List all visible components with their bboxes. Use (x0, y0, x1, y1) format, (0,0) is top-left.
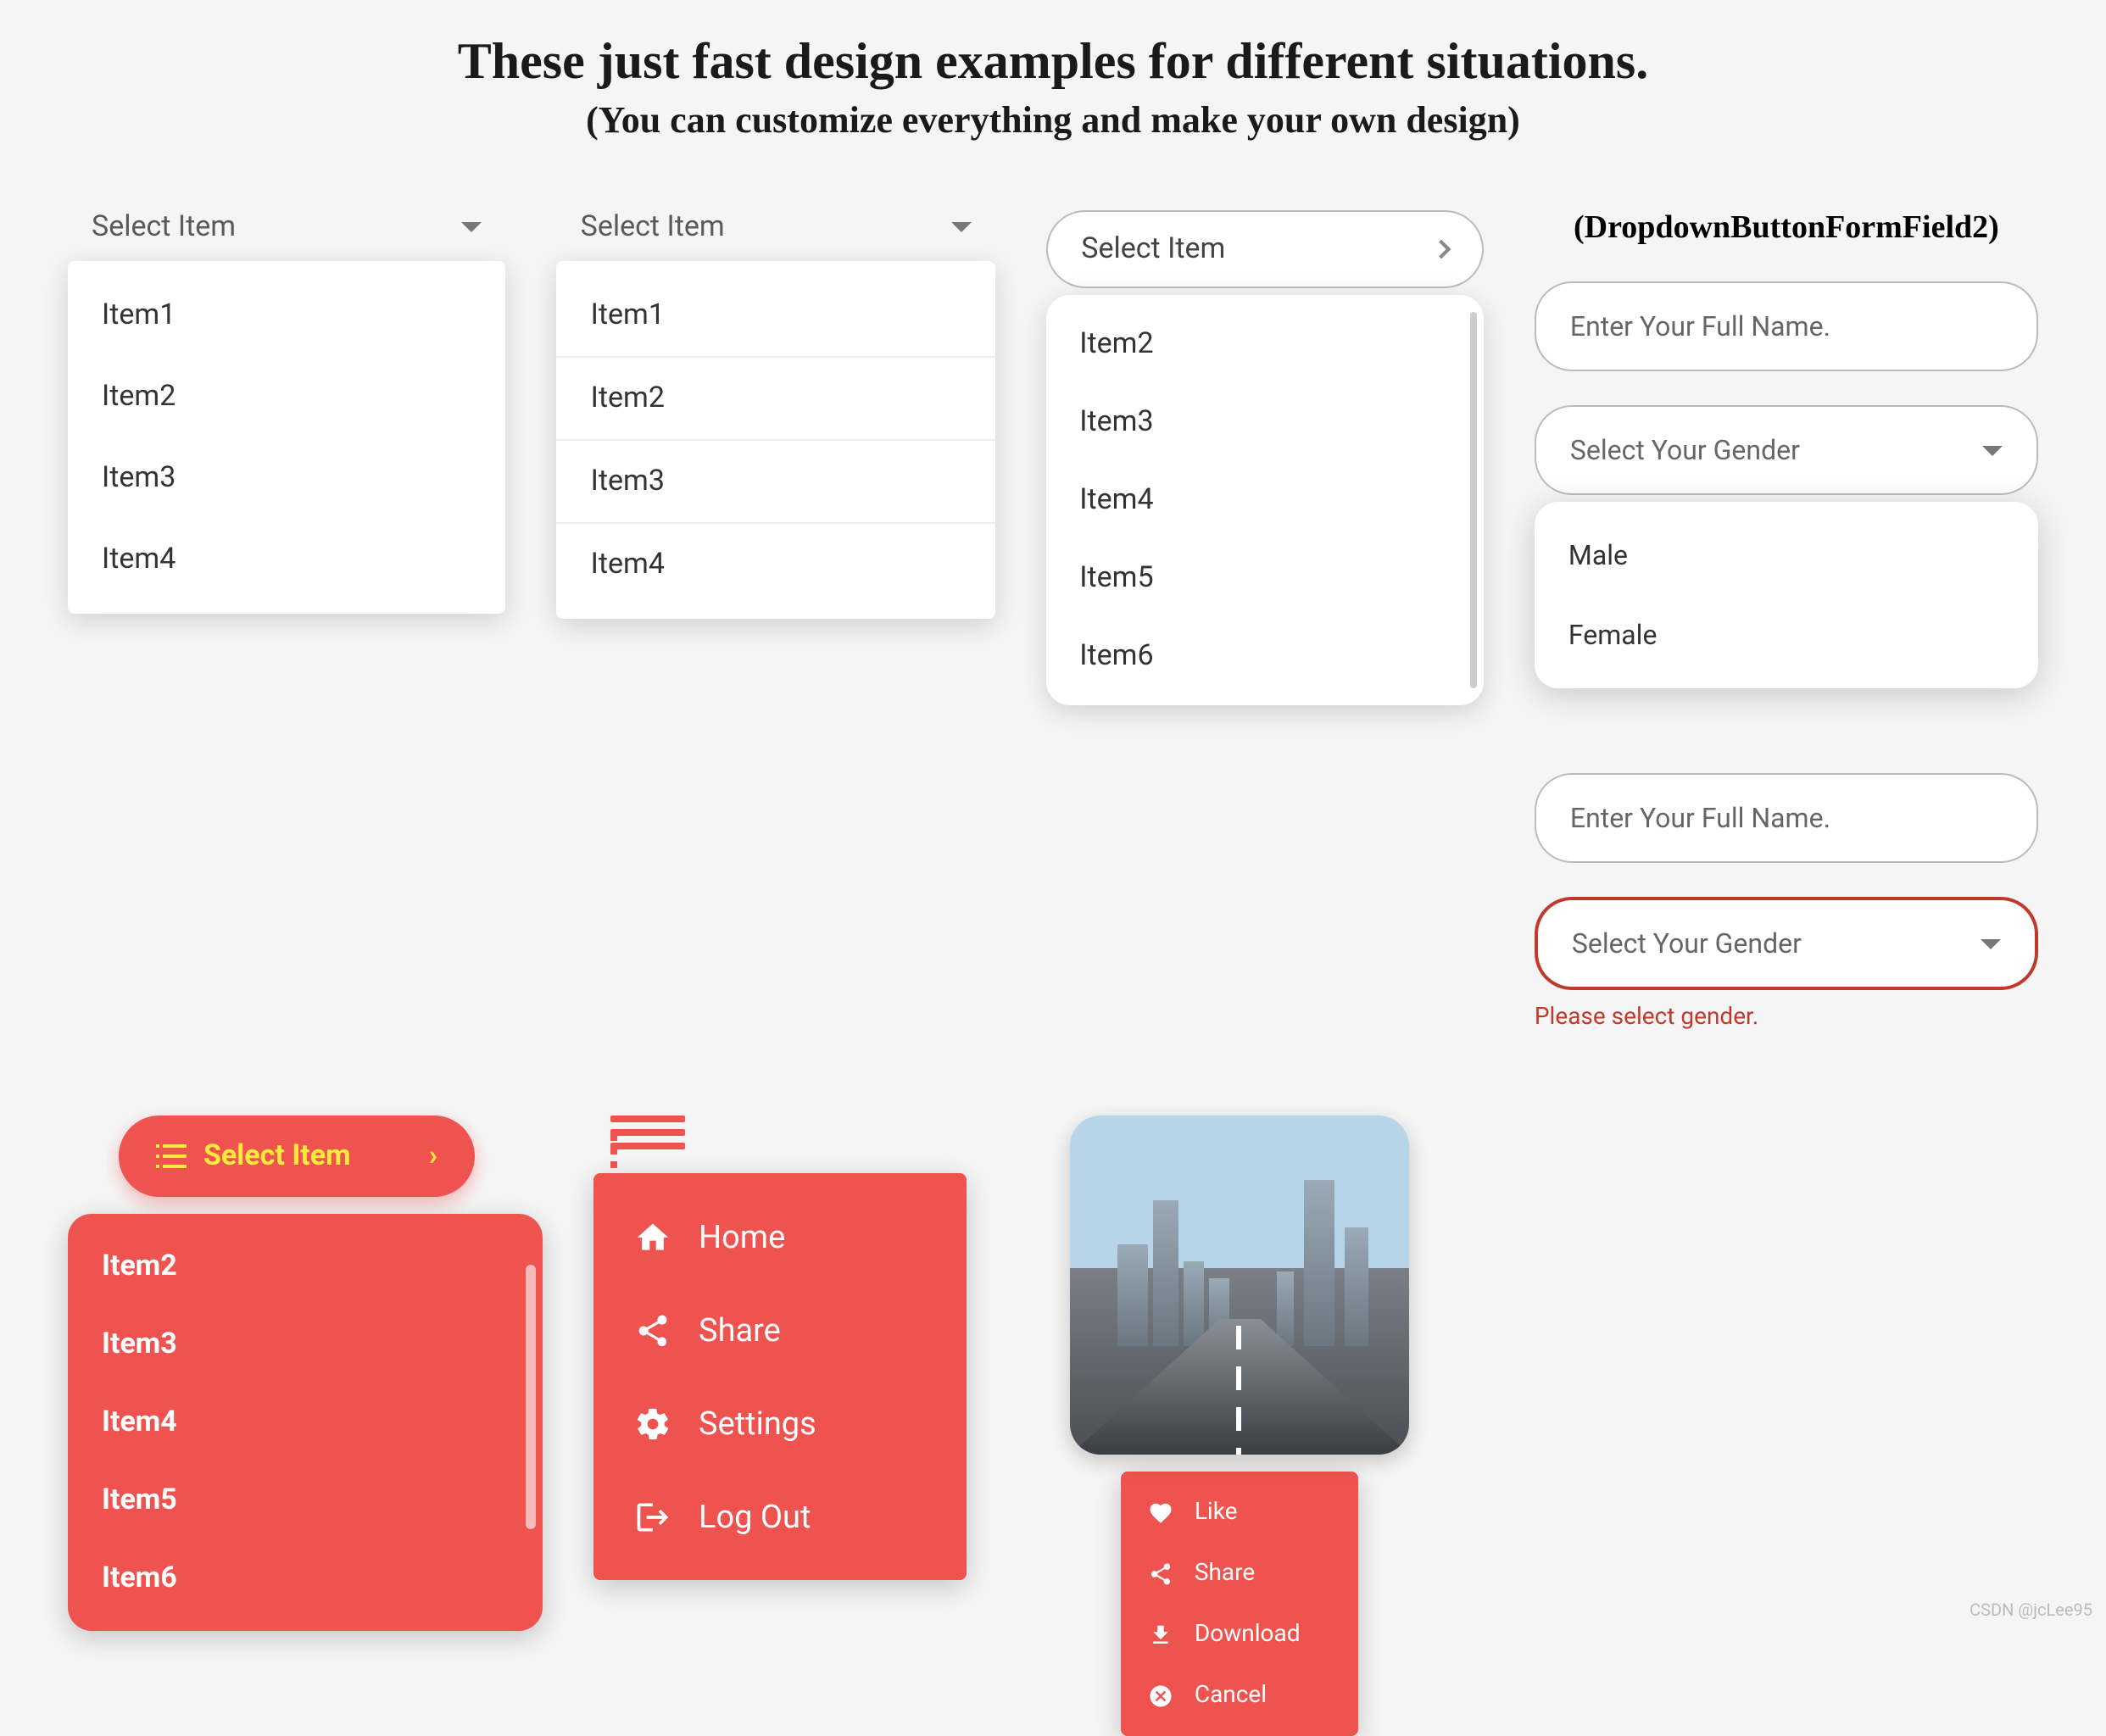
gender-dropdown-panel: Male Female (1535, 502, 2038, 688)
menu-item-home[interactable]: Home (593, 1190, 967, 1283)
chevron-down-icon (1981, 938, 2001, 949)
image-dropdown: Like Share Download Cancel (1071, 1116, 1497, 1736)
dropdown-basic: Select Item Item1 Item2 Item3 Item4 (68, 210, 506, 1031)
download-icon (1149, 1622, 1174, 1647)
list-item[interactable]: Item5 (1045, 539, 1484, 617)
list-item[interactable]: Item6 (1045, 617, 1484, 695)
scrollbar[interactable] (1470, 312, 1477, 688)
list-item[interactable]: Item2 (68, 1227, 543, 1305)
select-label: Select Your Gender (1570, 434, 1800, 466)
gender-select-error[interactable]: Select Your Gender (1535, 897, 2038, 990)
action-like[interactable]: Like (1122, 1482, 1359, 1543)
chevron-down-icon (1982, 445, 2003, 455)
home-icon (634, 1218, 671, 1255)
action-cancel[interactable]: Cancel (1122, 1665, 1359, 1726)
share-icon (634, 1311, 671, 1349)
menu-item-logout[interactable]: Log Out (593, 1470, 967, 1563)
logout-icon (634, 1498, 671, 1535)
select-label: Select Item (581, 210, 725, 244)
placeholder-text: Enter Your Full Name. (1570, 310, 1830, 342)
list-item[interactable]: Item2 (557, 358, 995, 441)
share-icon (1149, 1561, 1174, 1586)
list-item[interactable]: Item4 (557, 524, 995, 605)
action-label: Share (1195, 1560, 1255, 1587)
action-label: Like (1195, 1499, 1238, 1526)
dropdown-rounded: Select Item Item2 Item3 Item4 Item5 Item… (1045, 210, 1484, 1031)
action-panel: Like Share Download Cancel (1122, 1472, 1359, 1736)
form-section: (DropdownButtonFormField2) Enter Your Fu… (1535, 210, 2038, 1031)
city-image[interactable] (1071, 1116, 1410, 1455)
list-item[interactable]: Item2 (1045, 305, 1484, 383)
page-subtitle: (You can customize everything and make y… (68, 98, 2038, 142)
action-label: Cancel (1195, 1682, 1267, 1709)
select-label: Select Item (203, 1139, 351, 1173)
menu-label: Home (699, 1217, 785, 1256)
select-label: Select Item (1081, 232, 1225, 266)
list-item[interactable]: Item4 (1045, 461, 1484, 539)
select-trigger-red[interactable]: Select Item › (119, 1116, 475, 1197)
list-item[interactable]: Female (1535, 595, 2038, 675)
action-share[interactable]: Share (1122, 1543, 1359, 1604)
chevron-right-icon: › (429, 1139, 437, 1173)
name-field[interactable]: Enter Your Full Name. (1535, 773, 2038, 863)
scrollbar[interactable] (526, 1265, 536, 1529)
chevron-down-icon (462, 222, 482, 232)
select-trigger[interactable]: Select Item (68, 210, 506, 244)
name-field[interactable]: Enter Your Full Name. (1535, 281, 2038, 371)
dropdown-red: Select Item › Item2 Item3 Item4 Item5 It… (68, 1116, 543, 1631)
select-trigger[interactable]: Select Item (1045, 210, 1484, 288)
watermark: CSDN @jcLee95 (1970, 1602, 2092, 1621)
list-item[interactable]: Item3 (68, 1305, 543, 1383)
action-download[interactable]: Download (1122, 1604, 1359, 1665)
list-item[interactable]: Item3 (68, 437, 506, 519)
error-text: Please select gender. (1535, 1004, 2038, 1031)
select-label: Select Item (92, 210, 236, 244)
header: These just fast design examples for diff… (68, 34, 2038, 142)
list-item[interactable]: Item6 (68, 1539, 543, 1617)
dropdown-divided: Select Item Item1 Item2 Item3 Item4 (557, 210, 995, 1031)
menu-dropdown: Home Share Settings Log Out (593, 1116, 1020, 1580)
menu-label: Settings (699, 1404, 816, 1443)
gender-select[interactable]: Select Your Gender (1535, 405, 2038, 495)
chevron-down-icon (950, 222, 971, 232)
dropdown-panel-red: Item2 Item3 Item4 Item5 Item6 (68, 1214, 543, 1631)
list-item[interactable]: Item1 (557, 275, 995, 358)
list-item[interactable]: Item4 (68, 519, 506, 600)
list-item[interactable]: Item1 (68, 275, 506, 356)
list-item[interactable]: Item4 (68, 1383, 543, 1461)
list-icon (156, 1144, 187, 1168)
menu-label: Share (699, 1310, 781, 1349)
list-item[interactable]: Item3 (557, 441, 995, 524)
menu-item-share[interactable]: Share (593, 1283, 967, 1377)
form-heading: (DropdownButtonFormField2) (1535, 210, 2038, 248)
page-title: These just fast design examples for diff… (68, 34, 2038, 92)
chevron-right-icon (1432, 240, 1451, 259)
menu-label: Log Out (699, 1497, 811, 1536)
list-item[interactable]: Item3 (1045, 383, 1484, 461)
action-label: Download (1195, 1621, 1301, 1648)
menu-panel: Home Share Settings Log Out (593, 1173, 967, 1580)
heart-icon (1149, 1500, 1174, 1525)
gear-icon (634, 1405, 671, 1442)
cancel-icon (1149, 1683, 1174, 1708)
dropdown-panel: Item1 Item2 Item3 Item4 (557, 261, 995, 619)
select-trigger[interactable]: Select Item (557, 210, 995, 244)
dropdown-panel: Item2 Item3 Item4 Item5 Item6 (1045, 295, 1484, 705)
list-item[interactable]: Male (1535, 515, 2038, 595)
select-label: Select Your Gender (1572, 927, 1802, 960)
menu-item-settings[interactable]: Settings (593, 1377, 967, 1470)
dropdown-panel: Item1 Item2 Item3 Item4 (68, 261, 506, 614)
placeholder-text: Enter Your Full Name. (1570, 802, 1830, 834)
list-item[interactable]: Item2 (68, 356, 506, 437)
list-item[interactable]: Item5 (68, 1461, 543, 1539)
hamburger-list-icon[interactable] (610, 1116, 685, 1149)
